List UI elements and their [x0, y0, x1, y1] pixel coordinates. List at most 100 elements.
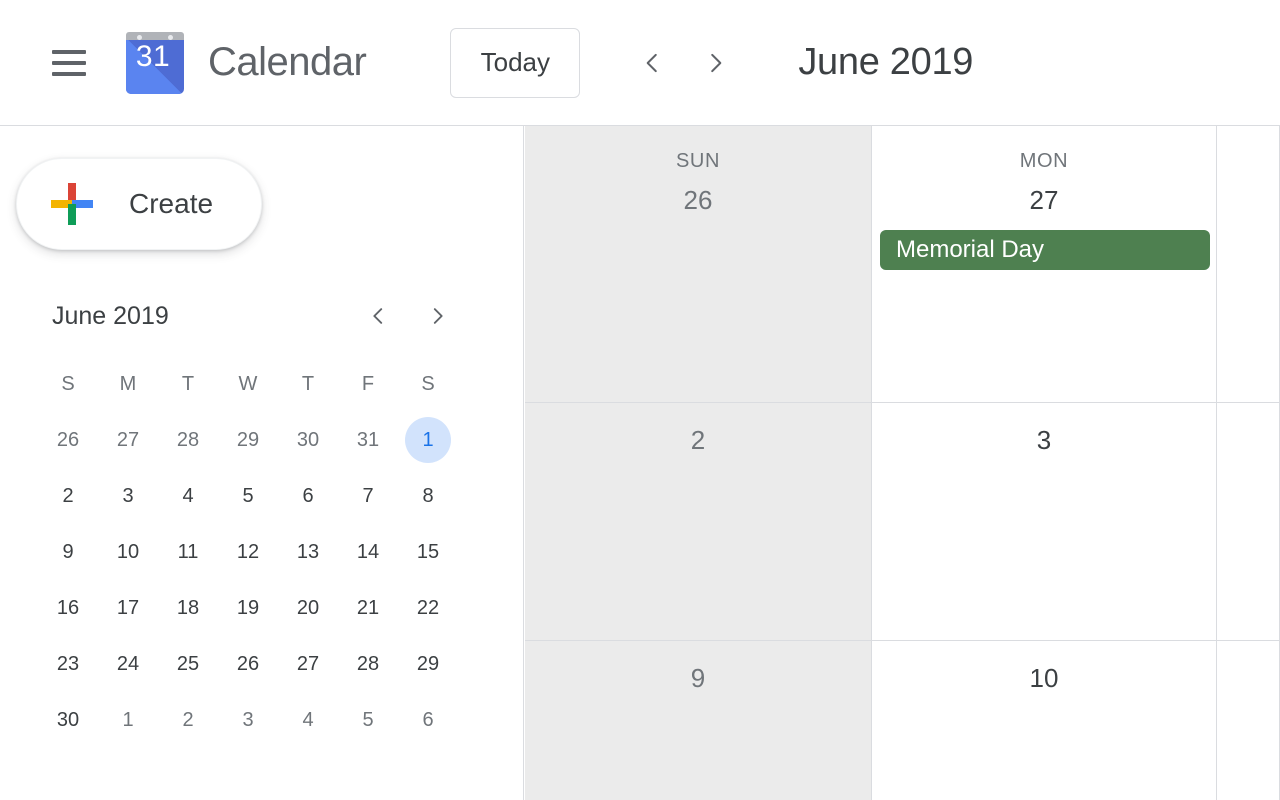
mini-calendar-day[interactable]: 18	[158, 580, 218, 636]
mini-calendar-day-label: 4	[182, 484, 194, 507]
month-grid: SUN 26 MON 27 Memorial Day 2 3 9 10	[525, 126, 1280, 800]
mini-calendar-day[interactable]: 2	[38, 468, 98, 524]
mini-calendar-day-label: 20	[296, 596, 320, 619]
day-cell[interactable]: 3	[872, 403, 1217, 640]
mini-calendar-day[interactable]: 26	[218, 636, 278, 692]
mini-calendar-day[interactable]: 3	[218, 692, 278, 748]
mini-calendar-day-label: 4	[302, 708, 314, 731]
mini-calendar-day[interactable]: 28	[338, 636, 398, 692]
mini-calendar-day[interactable]: 22	[398, 580, 458, 636]
day-number[interactable]	[1217, 641, 1279, 663]
mini-calendar-day[interactable]: 27	[278, 636, 338, 692]
day-number[interactable]: 2	[525, 403, 871, 456]
mini-calendar-day[interactable]: 13	[278, 524, 338, 580]
google-calendar-logo-icon: 31	[124, 31, 186, 94]
mini-calendar-previous-button[interactable]	[358, 296, 398, 336]
day-number[interactable]: 10	[872, 641, 1216, 694]
mini-calendar-day[interactable]: 6	[398, 692, 458, 748]
mini-calendar-day[interactable]: 5	[338, 692, 398, 748]
mini-calendar-day[interactable]: 25	[158, 636, 218, 692]
day-cell[interactable]: 9	[525, 641, 872, 800]
mini-calendar-day-label: 1	[405, 417, 451, 463]
page-title: June 2019	[798, 41, 974, 83]
mini-calendar-day[interactable]: 7	[338, 468, 398, 524]
day-number[interactable]: 3	[872, 403, 1216, 456]
plus-arm-bottom	[68, 204, 76, 225]
mini-calendar-day[interactable]: 6	[278, 468, 338, 524]
mini-calendar-next-button[interactable]	[418, 296, 458, 336]
calendar-event-title: Memorial Day	[896, 236, 1045, 263]
mini-calendar-day-label: 2	[62, 484, 74, 507]
mini-calendar-day-selected[interactable]: 1	[398, 412, 458, 468]
mini-calendar-day[interactable]: 23	[38, 636, 98, 692]
mini-calendar-day-label: 11	[177, 540, 199, 563]
mini-calendar-day-label: 10	[116, 540, 140, 563]
mini-calendar-day-label: 16	[56, 596, 80, 619]
create-button[interactable]: Create	[16, 158, 262, 250]
mini-calendar-day[interactable]: 30	[38, 692, 98, 748]
mini-calendar-day-label: 18	[176, 596, 200, 619]
mini-calendar-day[interactable]: 3	[98, 468, 158, 524]
mini-calendar-day-label: 13	[296, 540, 320, 563]
mini-calendar-day[interactable]: 12	[218, 524, 278, 580]
mini-calendar-day[interactable]: 17	[98, 580, 158, 636]
mini-calendar-day[interactable]: 29	[398, 636, 458, 692]
day-of-week-header: SUN	[675, 150, 721, 172]
previous-period-button[interactable]	[628, 39, 676, 87]
calendar-event[interactable]: Memorial Day	[880, 230, 1210, 270]
mini-calendar-day-label: 6	[302, 484, 314, 507]
mini-calendar-day-label: 5	[362, 708, 374, 731]
day-cell[interactable]: MON 27 Memorial Day	[872, 126, 1217, 402]
logo-day-number: 31	[135, 39, 171, 73]
day-number[interactable]: 26	[525, 173, 871, 216]
mini-calendar-day[interactable]: 1	[98, 692, 158, 748]
mini-calendar-day[interactable]: 11	[158, 524, 218, 580]
mini-calendar-day-label: 26	[236, 652, 260, 675]
mini-calendar-day[interactable]: 5	[218, 468, 278, 524]
mini-calendar-day[interactable]: 24	[98, 636, 158, 692]
mini-calendar-day[interactable]: 8	[398, 468, 458, 524]
mini-calendar-day[interactable]: 4	[278, 692, 338, 748]
mini-calendar-day-label: 8	[422, 484, 434, 507]
day-cell[interactable]	[1217, 641, 1280, 800]
mini-calendar-day-label: 3	[122, 484, 134, 507]
mini-calendar-day[interactable]: 29	[218, 412, 278, 468]
mini-calendar-day[interactable]: 26	[38, 412, 98, 468]
mini-calendar-day[interactable]: 4	[158, 468, 218, 524]
day-cell[interactable]: SUN 26	[525, 126, 872, 402]
day-cell[interactable]	[1217, 126, 1280, 402]
mini-calendar-day[interactable]: 27	[98, 412, 158, 468]
day-cell[interactable]: 10	[872, 641, 1217, 800]
mini-calendar-day[interactable]: 2	[158, 692, 218, 748]
mini-calendar-day[interactable]: 19	[218, 580, 278, 636]
mini-calendar-day-label: 22	[416, 596, 440, 619]
mini-calendar-day[interactable]: 10	[98, 524, 158, 580]
mini-calendar-day[interactable]: 21	[338, 580, 398, 636]
day-number[interactable]	[1217, 126, 1279, 138]
mini-calendar-day-initial: W	[238, 372, 258, 395]
day-number[interactable]	[1217, 403, 1279, 425]
mini-calendar-day-initial: T	[181, 372, 195, 395]
mini-calendar-day-label: 30	[56, 708, 80, 731]
mini-calendar-day[interactable]: 9	[38, 524, 98, 580]
day-number[interactable]: 27	[872, 173, 1216, 216]
mini-calendar-day[interactable]: 14	[338, 524, 398, 580]
mini-calendar-day[interactable]: 28	[158, 412, 218, 468]
week-row: SUN 26 MON 27 Memorial Day	[525, 126, 1280, 403]
mini-calendar-day[interactable]: 20	[278, 580, 338, 636]
mini-calendar-day[interactable]: 31	[338, 412, 398, 468]
next-period-button[interactable]	[692, 39, 740, 87]
day-number[interactable]: 9	[525, 641, 871, 694]
mini-calendar-day[interactable]: 15	[398, 524, 458, 580]
today-button[interactable]: Today	[450, 27, 581, 98]
brand[interactable]: 31 Calendar	[124, 31, 367, 94]
mini-calendar-day-label: 3	[242, 708, 254, 731]
day-cell[interactable]	[1217, 403, 1280, 640]
mini-calendar-day[interactable]: 16	[38, 580, 98, 636]
google-plus-icon	[51, 183, 93, 225]
mini-calendar-day-label: 9	[62, 540, 74, 563]
day-cell[interactable]: 2	[525, 403, 872, 640]
mini-calendar-day-initial: S	[61, 372, 75, 395]
mini-calendar-day[interactable]: 30	[278, 412, 338, 468]
hamburger-menu-icon[interactable]	[46, 40, 92, 86]
